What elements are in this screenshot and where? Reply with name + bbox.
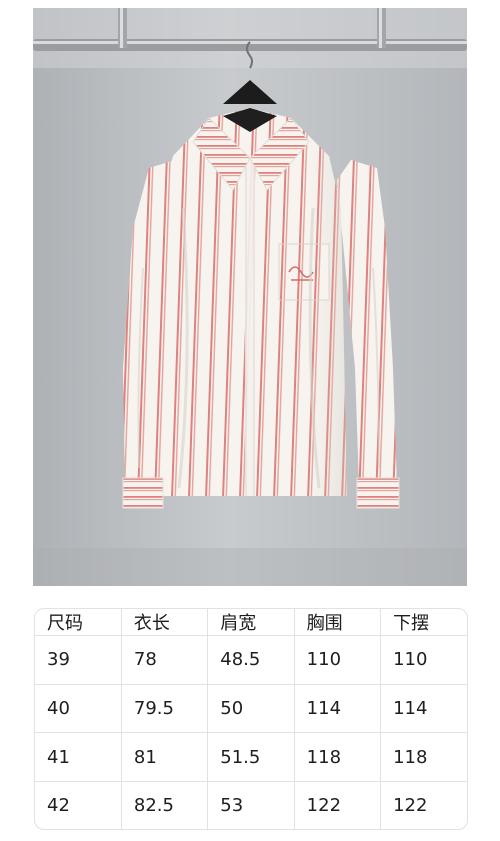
cell-shoulder: 48.5 [207, 635, 295, 685]
cell-shoulder: 51.5 [207, 732, 295, 782]
header-length: 衣长 [121, 609, 209, 636]
table-row: 42 82.5 53 122 122 [35, 781, 467, 829]
table-header-row: 尺码 衣长 肩宽 胸围 下摆 [35, 609, 467, 636]
cell-size: 39 [35, 635, 122, 685]
header-size: 尺码 [35, 609, 122, 636]
cell-size: 40 [35, 684, 122, 734]
cell-chest: 110 [294, 635, 382, 685]
size-table: 尺码 衣长 肩宽 胸围 下摆 39 78 48.5 110 110 40 79.… [35, 609, 467, 829]
table-row: 40 79.5 50 114 114 [35, 684, 467, 734]
table-row: 39 78 48.5 110 110 [35, 635, 467, 685]
table-row: 41 81 51.5 118 118 [35, 732, 467, 782]
cell-size: 42 [35, 781, 122, 829]
header-chest: 胸围 [294, 609, 382, 636]
cell-shoulder: 53 [207, 781, 295, 829]
cell-chest: 114 [294, 684, 382, 734]
header-shoulder: 肩宽 [207, 609, 295, 636]
cell-hem: 110 [380, 635, 467, 685]
cell-hem: 114 [380, 684, 467, 734]
size-chart: 尺码 衣长 肩宽 胸围 下摆 39 78 48.5 110 110 40 79.… [34, 608, 468, 830]
cell-shoulder: 50 [207, 684, 295, 734]
cell-hem: 122 [393, 794, 428, 816]
cell-chest: 122 [294, 781, 382, 829]
product-photo [33, 8, 467, 586]
header-hem: 下摆 [380, 609, 467, 636]
cell-hem: 118 [380, 732, 467, 782]
cell-length: 78 [121, 635, 209, 685]
cell-chest: 118 [294, 732, 382, 782]
cell-size: 41 [35, 732, 122, 782]
cell-length: 82.5 [121, 781, 209, 829]
cell-length: 79.5 [121, 684, 209, 734]
cell-length: 81 [121, 732, 209, 782]
